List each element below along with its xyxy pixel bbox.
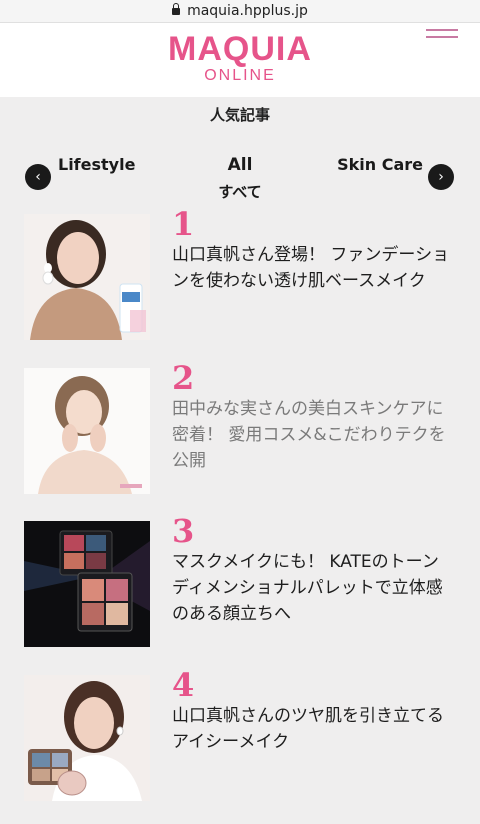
hamburger-menu-icon[interactable] (426, 29, 458, 49)
address-bar[interactable]: maquia.hpplus.jp (0, 0, 480, 22)
article-thumbnail[interactable] (24, 368, 150, 494)
tab-skin-care[interactable]: Skin Care (337, 155, 423, 174)
site-header: MAQUIA ONLINE (0, 22, 480, 97)
article-title[interactable]: 田中みな実さんの美白スキンケアに密着！ 愛用コスメ&こだわりテクを公開 (172, 396, 452, 474)
tab-all-subtitle: すべて (218, 183, 262, 201)
list-item[interactable]: 1 山口真帆さん登場！ ファンデーションを使わない透け肌ベースメイク (24, 205, 464, 342)
article-title[interactable]: 山口真帆さんのツヤ肌を引き立てるアイシーメイク (172, 703, 452, 755)
article-thumbnail[interactable] (24, 675, 150, 801)
logo-main-text: MAQUIA (168, 30, 312, 68)
logo-sub-text: ONLINE (204, 67, 276, 84)
list-item[interactable]: 2 田中みな実さんの美白スキンケアに密着！ 愛用コスメ&こだわりテクを公開 (24, 359, 464, 496)
lock-icon (172, 3, 181, 17)
next-category-button[interactable]: › (428, 164, 454, 190)
rank-number: 1 (172, 205, 195, 243)
chevron-right-icon: › (438, 169, 444, 185)
rank-number: 4 (172, 666, 195, 704)
section-title: 人気記事 (209, 106, 270, 124)
url-text: maquia.hpplus.jp (187, 3, 308, 19)
rank-number: 3 (172, 512, 195, 550)
article-thumbnail[interactable] (24, 521, 150, 647)
rank-number: 2 (172, 359, 195, 397)
article-title[interactable]: 山口真帆さん登場！ ファンデーションを使わない透け肌ベースメイク (172, 242, 452, 294)
list-item[interactable]: 4 山口真帆さんのツヤ肌を引き立てるアイシーメイク (24, 666, 464, 803)
article-thumbnail[interactable] (24, 214, 150, 340)
article-title[interactable]: マスクメイクにも！ KATEのトーンディメンショナルパレットで立体感のある顔立ち… (172, 549, 452, 627)
list-item[interactable]: 3 マスクメイクにも！ KATEのトーンディメンショナルパレットで立体感のある顔… (24, 512, 464, 649)
site-logo[interactable]: MAQUIA ONLINE (0, 31, 480, 85)
